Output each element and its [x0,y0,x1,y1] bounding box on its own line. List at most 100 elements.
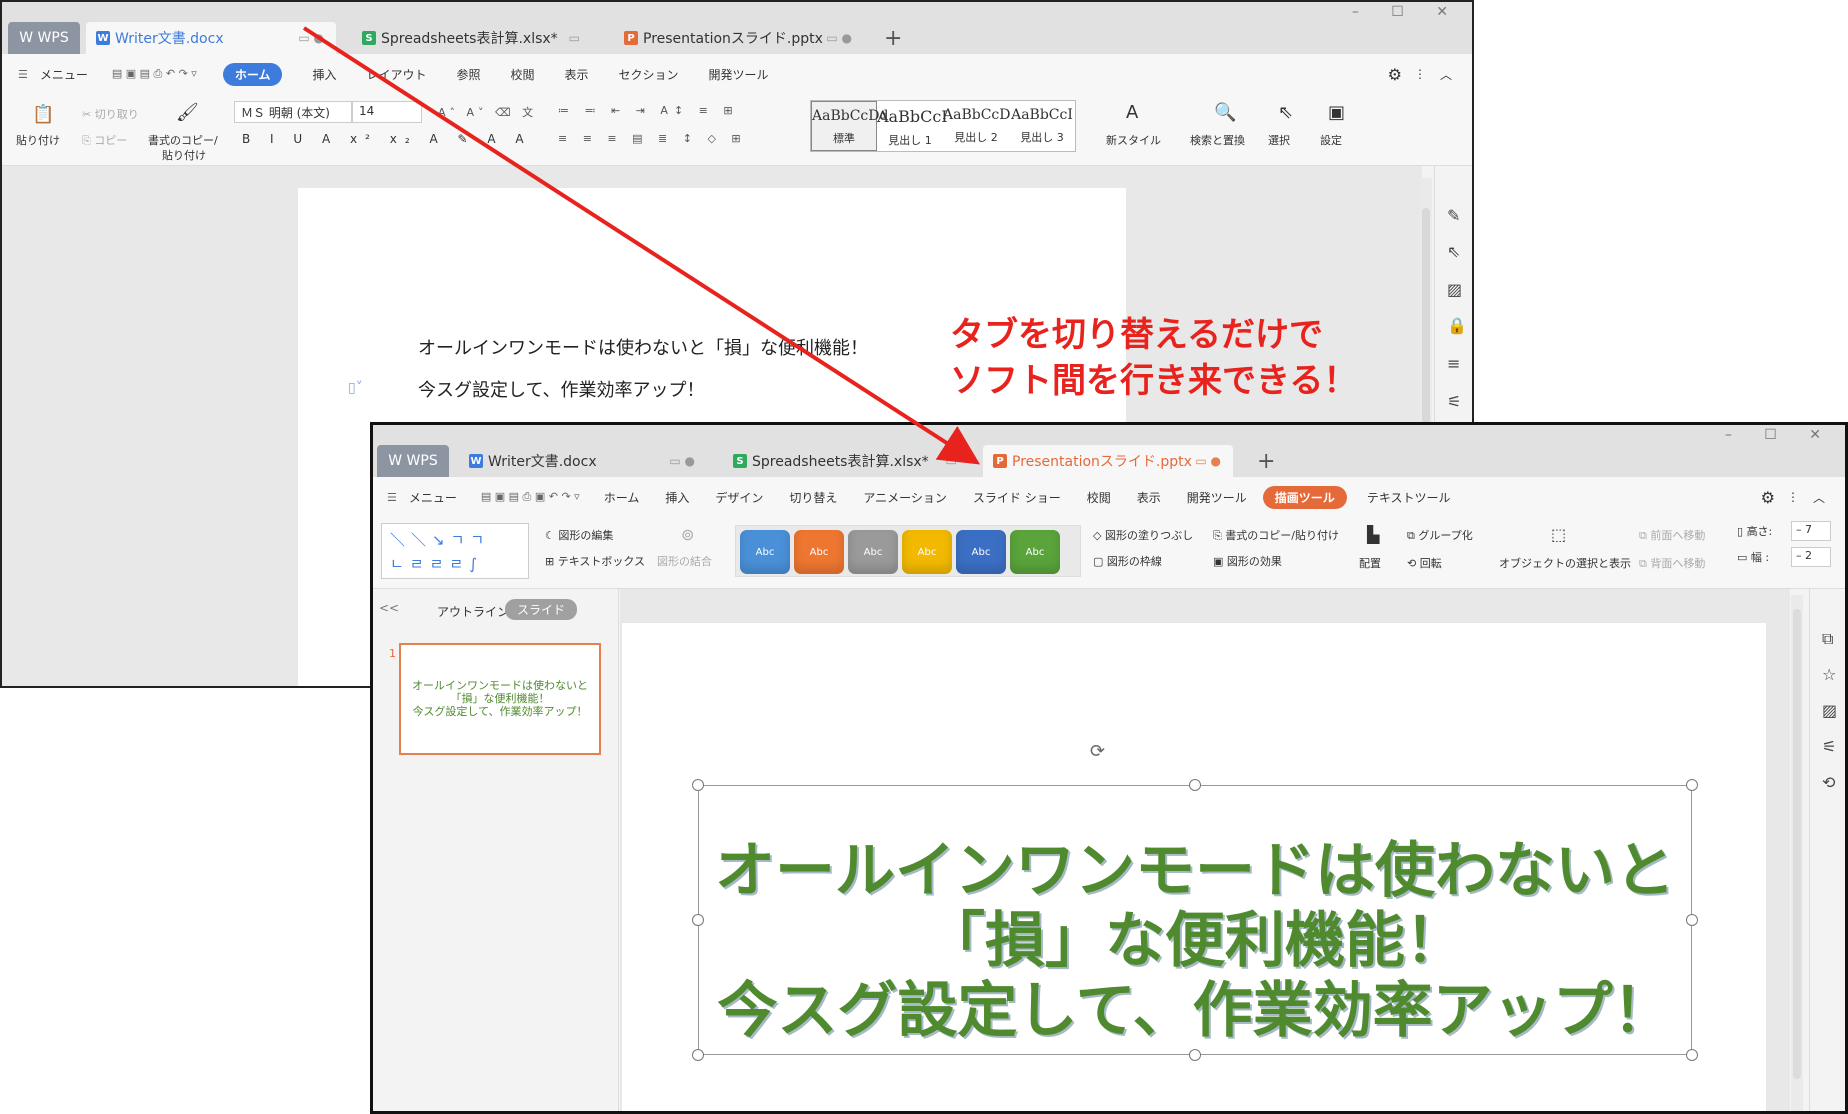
tab-references[interactable]: 参照 [456,66,480,83]
tab-developer[interactable]: 開発ツール [709,66,769,83]
text-box-selection[interactable]: オールインワンモードは使わないと 「損」な便利機能！ 今スグ設定して、作業効率ア… [692,779,1698,1061]
resize-handle[interactable] [692,779,704,791]
gear-icon[interactable]: ⚙ [1388,65,1402,84]
tab-presentation[interactable]: P Presentationスライド.pptx ▭ ● [983,445,1233,477]
tab-slideshow[interactable]: スライド ショー [973,489,1061,506]
more-icon[interactable]: ⋮ [1787,490,1799,504]
rotate-button[interactable]: ⟲ 回転 [1407,555,1442,571]
align-icons[interactable]: ≡ ≡ ≡ ▤ ≣ ↕ ◇ ⊞ [558,132,747,145]
tab-options-icon[interactable]: ▭ ● [826,31,852,45]
shape-gallery[interactable]: ＼＼↘ㄱㄱ ㄴㄹㄹㄹ∫ [381,523,529,579]
tab-transitions[interactable]: 切り替え [789,489,837,506]
slide-scrollbar[interactable] [1791,595,1803,1111]
rotate-handle-icon[interactable]: ⟳ [1090,741,1105,762]
hamburger-menu-icon[interactable]: ☰ [387,491,397,504]
merge-shapes-button[interactable]: 図形の結合 [657,553,712,569]
format-painter-label-2[interactable]: 貼り付け [162,147,206,163]
settings-button[interactable]: 設定 [1320,132,1342,148]
group-button[interactable]: ⧉ グループ化 [1407,527,1473,543]
fill-button[interactable]: ◇ 図形の塗りつぶし [1093,527,1193,543]
height-input[interactable]: – 7 [1791,521,1831,541]
new-style-button[interactable]: 新スタイル [1106,132,1161,148]
tab-options-icon[interactable]: ▭ ● [1195,454,1221,468]
slide-title-line-3[interactable]: 今スグ設定して、作業効率アップ！ [699,976,1691,1046]
tab-section[interactable]: セクション [619,66,679,83]
doc-line-2[interactable]: 今スグ設定して、作業効率アップ！ [418,376,705,402]
tab-review[interactable]: 校閲 [1087,489,1111,506]
resize-handle[interactable] [1189,779,1201,791]
resize-handle[interactable] [692,1049,704,1061]
line-shape-icons[interactable]: ＼＼↘ㄱㄱ [390,531,490,549]
star-icon[interactable]: ☆ [1822,665,1836,684]
search-icon[interactable]: 🔍 [1214,102,1236,123]
merge-shapes-icon[interactable]: ⊚ [681,525,694,544]
send-backward-button[interactable]: ⧉ 背面へ移動 [1639,555,1705,571]
wps-home-tab[interactable]: W WPS [377,445,449,477]
sliders-icon[interactable]: ⚟ [1447,392,1461,411]
sliders-icon[interactable]: ⚟ [1822,737,1836,756]
tab-spreadsheet[interactable]: S Spreadsheets表計算.xlsx* ▭ [723,445,969,477]
font-format-icons[interactable]: A˄ A˅ ⌫ 文 [438,104,537,120]
resize-handle[interactable] [692,914,704,926]
resize-handle[interactable] [1189,1049,1201,1061]
new-tab-plus-icon[interactable]: + [1257,449,1275,474]
slide[interactable]: ⟳ オールインワンモードは使わないと 「損」な便利機能！ 今スグ設定して、作業効… [622,623,1766,1111]
paragraph-icons[interactable]: ≔ ≕ ⇤ ⇥ A↕ ≡ ⊞ [558,104,739,117]
font-name-select[interactable]: ＭＳ 明朝 (本文) [234,101,352,123]
shapes-icon[interactable]: ⧉ [1822,629,1833,649]
brush-icon[interactable]: 🖌 [176,102,199,123]
quick-access-icons[interactable]: ▤ ▣ ▤ ⎙ ↶ ↷ ▿ [112,67,197,81]
arrange-button[interactable]: 配置 [1359,555,1381,571]
tab-review[interactable]: 校閲 [511,66,535,83]
slide-thumbnail[interactable]: オールインワンモードは使わないと 「損」な便利機能！ 今スグ設定して、作業効率ア… [399,643,601,755]
style-heading-2[interactable]: AaBbCcD 見出し 2 [943,101,1010,151]
paragraph-marker-icon[interactable]: ▯˅ [348,380,363,396]
tab-insert[interactable]: 挿入 [312,66,336,83]
history-icon[interactable]: ⟲ [1822,773,1835,792]
cursor-icon[interactable]: ⇖ [1278,102,1293,123]
doc-line-1[interactable]: オールインワンモードは使わないと「損」な便利機能！ [418,334,868,360]
menu-button[interactable]: メニュー [409,489,457,506]
more-icon[interactable]: ⋮ [1414,67,1426,81]
arrange-icon[interactable]: ▙ [1367,525,1379,544]
pointer-icon[interactable]: ⇖ [1447,242,1460,261]
style-normal[interactable]: AaBbCcDd 標準 [811,101,888,151]
tab-options-icon[interactable]: ▭ [946,454,957,468]
tab-home[interactable]: ホーム [604,489,640,506]
resize-handle[interactable] [1686,1049,1698,1061]
settings-icon[interactable]: ▣ [1328,102,1345,123]
text-style-icons[interactable]: B I U A x² x₂ A ✎ A A [242,132,532,146]
window-controls[interactable]: – ☐ ✕ [1725,427,1835,443]
shape-style-yellow[interactable]: Abc [902,530,952,574]
slide-title-line-1[interactable]: オールインワンモードは使わないと [699,836,1691,906]
tab-options-icon[interactable]: ▭ [569,31,580,45]
cut-button[interactable]: ✂ 切り取り [82,106,139,122]
collapse-ribbon-icon[interactable]: ︿ [1813,489,1825,506]
list-icon[interactable]: ≡ [1447,354,1460,373]
outline-button[interactable]: ▢ 図形の枠線 [1093,553,1162,569]
wps-home-tab[interactable]: W WPS [8,22,80,54]
shape-style-navy[interactable]: Abc [956,530,1006,574]
new-style-icon[interactable]: A [1126,102,1138,123]
image-icon[interactable]: ▨ [1822,701,1837,720]
new-tab-plus-icon[interactable]: + [884,26,902,51]
effect-button[interactable]: ▣ 図形の効果 [1213,553,1282,569]
collapse-ribbon-icon[interactable]: ︿ [1440,66,1452,83]
quick-access-icons[interactable]: ▤ ▣ ▤ ⎙ ▣ ↶ ↷ ▿ [481,490,580,504]
hamburger-menu-icon[interactable]: ☰ [18,68,28,81]
pen-icon[interactable]: ✎ [1447,206,1460,225]
tab-presentation[interactable]: P Presentationスライド.pptx ▭ ● [614,22,864,54]
tab-text-tools[interactable]: テキストツール [1367,489,1451,506]
tab-view[interactable]: 表示 [1137,489,1161,506]
collapse-panel-icon[interactable]: << [379,601,399,615]
slide-title-line-2[interactable]: 「損」な便利機能！ [699,906,1691,976]
copy-format-button[interactable]: ⎘ 書式のコピー/貼り付け [1213,527,1339,543]
tab-writer-doc[interactable]: W Writer文書.docx ▭ ● [86,22,336,54]
resize-handle[interactable] [1686,914,1698,926]
format-painter-label[interactable]: 書式のコピー/ [148,132,218,148]
shape-style-green[interactable]: Abc [1010,530,1060,574]
tab-layout[interactable]: レイアウト [366,66,426,83]
tab-design[interactable]: デザイン [715,489,763,506]
select-pane-button[interactable]: オブジェクトの選択と表示 [1499,555,1631,571]
tab-animation[interactable]: アニメーション [863,489,947,506]
